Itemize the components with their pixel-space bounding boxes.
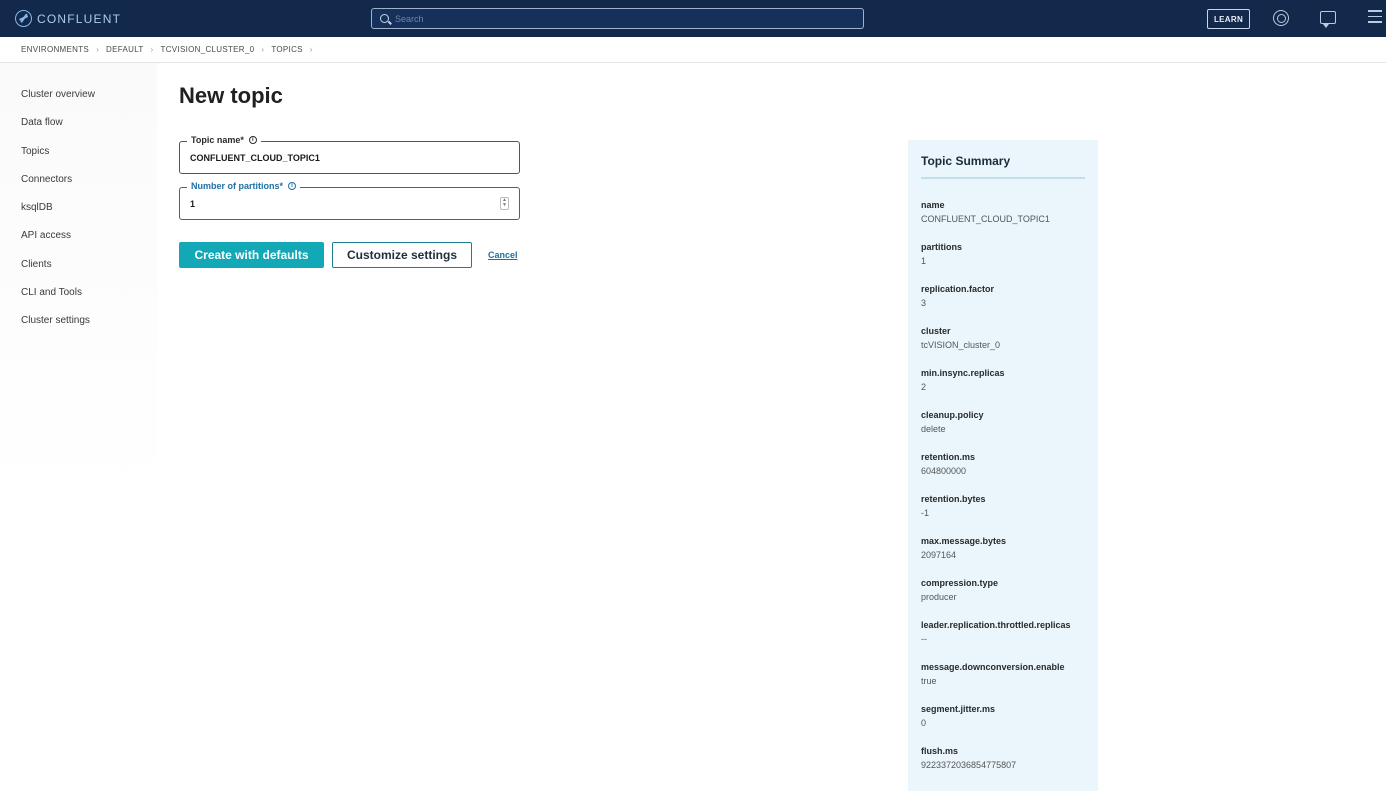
summary-value: CONFLUENT_CLOUD_TOPIC1 — [921, 214, 1050, 224]
learn-button[interactable]: LEARN — [1207, 9, 1250, 29]
sidebar-item-ksqldb[interactable]: ksqlDB — [21, 202, 53, 213]
topic-summary-title: Topic Summary — [921, 154, 1011, 168]
breadcrumb-separator-icon: › — [261, 45, 265, 54]
breadcrumb-cluster[interactable]: TCVISION_CLUSTER_0 — [161, 45, 255, 54]
summary-value: 2097164 — [921, 550, 957, 560]
summary-key: compression.type — [921, 578, 999, 588]
summary-key: message.downconversion.enable — [921, 662, 1065, 672]
cancel-link[interactable]: Cancel — [488, 250, 518, 260]
help-icon[interactable] — [1273, 10, 1289, 26]
summary-key: segment.jitter.ms — [921, 704, 996, 714]
breadcrumb: ENVIRONMENTS › DEFAULT › TCVISION_CLUSTE… — [21, 44, 313, 55]
summary-value: producer — [921, 592, 957, 602]
summary-key: name — [921, 200, 945, 210]
breadcrumb-default[interactable]: DEFAULT — [106, 45, 144, 54]
sidebar-item-clients[interactable]: Clients — [21, 259, 52, 270]
chat-icon[interactable] — [1320, 11, 1336, 28]
partitions-label: Number of partitions* i — [187, 181, 301, 191]
summary-key: partitions — [921, 242, 963, 252]
sidebar-item-api-access[interactable]: API access — [21, 230, 71, 241]
logo-text: CONFLUENT — [37, 11, 122, 26]
summary-value: 2 — [921, 382, 927, 392]
summary-value: delete — [921, 424, 946, 434]
sidebar: Cluster overview Data flow Topics Connec… — [0, 63, 157, 791]
sidebar-item-cli-and-tools[interactable]: CLI and Tools — [21, 287, 82, 298]
summary-value: tcVISION_cluster_0 — [921, 340, 1001, 350]
info-icon[interactable]: i — [248, 136, 257, 144]
breadcrumb-separator-icon: › — [96, 45, 100, 54]
summary-key: cluster — [921, 326, 951, 336]
summary-key: max.message.bytes — [921, 536, 1007, 546]
sidebar-item-data-flow[interactable]: Data flow — [21, 117, 63, 128]
number-stepper-icon[interactable]: ▲ ▼ — [500, 197, 509, 210]
create-with-defaults-button[interactable]: Create with defaults — [179, 242, 324, 268]
summary-value: 1 — [921, 256, 927, 266]
sidebar-item-connectors[interactable]: Connectors — [21, 174, 72, 185]
summary-key: cleanup.policy — [921, 410, 984, 420]
summary-key: replication.factor — [921, 284, 995, 294]
summary-value: true — [921, 676, 937, 686]
summary-key: leader.replication.throttled.replicas — [921, 620, 1071, 630]
topic-name-label: Topic name* i — [187, 135, 261, 145]
summary-value: 604800000 — [921, 466, 967, 476]
topic-name-input[interactable] — [190, 153, 490, 163]
partitions-input[interactable] — [190, 199, 490, 209]
summary-value: -1 — [921, 508, 930, 518]
topic-name-label-text: Topic name* — [191, 135, 244, 145]
summary-divider — [921, 177, 1085, 179]
confluent-logo[interactable]: CONFLUENT — [15, 9, 121, 28]
customize-settings-button[interactable]: Customize settings — [332, 242, 472, 268]
sidebar-item-cluster-overview[interactable]: Cluster overview — [21, 89, 95, 100]
sidebar-item-topics[interactable]: Topics — [21, 146, 49, 157]
breadcrumb-separator-icon: › — [150, 45, 154, 54]
summary-key: flush.ms — [921, 746, 959, 756]
summary-key: min.insync.replicas — [921, 368, 1005, 378]
breadcrumb-environments[interactable]: ENVIRONMENTS — [21, 45, 89, 54]
partitions-field[interactable]: Number of partitions* i ▲▼ — [179, 181, 520, 220]
breadcrumb-topics[interactable]: TOPICS — [271, 45, 302, 54]
summary-value: 0 — [921, 718, 927, 728]
top-navigation-bar: CONFLUENT LEARN — [0, 0, 1386, 37]
summary-value: -- — [921, 634, 927, 644]
page-title: New topic — [179, 83, 283, 108]
summary-key: retention.ms — [921, 452, 976, 462]
summary-value: 3 — [921, 298, 927, 308]
partitions-label-text: Number of partitions* — [191, 181, 284, 191]
search-icon — [380, 14, 389, 23]
search-bar[interactable] — [371, 8, 864, 29]
search-input[interactable] — [395, 13, 835, 24]
breadcrumb-divider — [0, 62, 1386, 63]
confluent-logo-icon — [15, 10, 32, 27]
summary-value: 9223372036854775807 — [921, 760, 1017, 770]
sidebar-item-cluster-settings[interactable]: Cluster settings — [21, 315, 90, 326]
breadcrumb-separator-icon: › — [309, 45, 313, 54]
summary-key: retention.bytes — [921, 494, 986, 504]
topic-name-field[interactable]: Topic name* i — [179, 135, 520, 174]
topic-summary-panel: Topic Summary name CONFLUENT_CLOUD_TOPIC… — [908, 140, 1098, 791]
info-icon[interactable]: i — [288, 182, 297, 190]
hamburger-menu-icon[interactable] — [1368, 10, 1382, 26]
